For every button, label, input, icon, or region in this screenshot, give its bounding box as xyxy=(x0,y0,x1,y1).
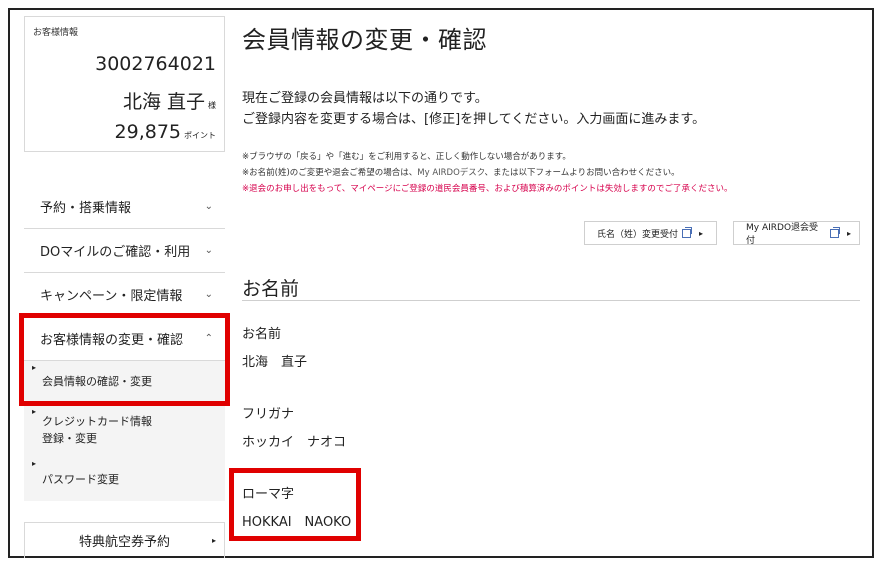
sidebar-submenu: 会員情報の確認・変更 クレジットカード情報 登録・変更 パスワード変更 xyxy=(24,361,225,501)
sidebar-item-label: DOマイルのご確認・利用 xyxy=(40,245,191,260)
sidebar-item-customer-info[interactable]: お客様情報の変更・確認 ⌃ xyxy=(24,317,225,361)
section-title-name: お名前 xyxy=(242,278,300,300)
external-window-icon xyxy=(682,226,693,238)
field-value-name: 北海 直子 xyxy=(242,355,308,370)
field-value-romaji: HOKKAI NAOKO xyxy=(242,515,352,530)
member-number: 3002764021 xyxy=(95,53,216,75)
notes: ※ブラウザの「戻る」や「進む」をご利用すると、正しく動作しない場合があります。 … xyxy=(242,149,732,197)
field-label-furigana: フリガナ xyxy=(242,407,295,422)
customer-info-card: お客様情報 3002764021 北海 直子様 29,875 ポイント xyxy=(24,16,225,152)
field-label-name: お名前 xyxy=(242,327,282,342)
intro-text: 現在ご登録の会員情報は以下の通りです。 ご登録内容を変更する場合は、[修正]を押… xyxy=(242,88,705,130)
intro-line-2: ご登録内容を変更する場合は、[修正]を押してください。入力画面に進みます。 xyxy=(242,112,706,127)
customer-info-label: お客様情報 xyxy=(33,28,79,38)
sidebar-item-label: 予約・搭乗情報 xyxy=(40,201,132,216)
caret-right-icon: ▸ xyxy=(211,536,216,545)
sidebar-subitem-member-info[interactable]: 会員情報の確認・変更 xyxy=(24,361,225,401)
button-label: 氏名（姓）変更受付 xyxy=(597,229,679,240)
name-change-button[interactable]: 氏名（姓）変更受付 ▸ xyxy=(584,221,717,245)
sidebar-item-label: お客様情報の変更・確認 xyxy=(40,333,184,348)
sidebar-item-campaigns[interactable]: キャンペーン・限定情報 ⌄ xyxy=(24,273,225,317)
award-ticket-label: 特典航空券予約 xyxy=(78,535,170,550)
note-text: 、または以下フォームよりお問い合わせください。 xyxy=(484,168,680,178)
airdo-desk-link[interactable]: My AIRDOデスク xyxy=(417,168,484,178)
subitem-label-line1: クレジットカード情報 xyxy=(42,415,152,428)
intro-line-1: 現在ご登録の会員情報は以下の通りです。 xyxy=(242,91,488,106)
subitem-label: 会員情報の確認・変更 xyxy=(42,375,152,388)
points-value: 29,875 xyxy=(114,121,181,143)
sidebar-subitem-credit-card[interactable]: クレジットカード情報 登録・変更 xyxy=(24,401,225,457)
withdraw-button[interactable]: My AIRDO退会受付 ▸ xyxy=(733,221,860,246)
sidebar-menu: 予約・搭乗情報 ⌄ DOマイルのご確認・利用 ⌄ キャンペーン・限定情報 ⌄ お… xyxy=(24,185,225,501)
points-line: 29,875 ポイント xyxy=(115,121,216,143)
name-suffix: 様 xyxy=(208,101,216,110)
note-text: ※お名前(姓)のご変更や退会ご希望の場合は、 xyxy=(242,168,418,178)
sidebar-subitem-password[interactable]: パスワード変更 xyxy=(24,457,225,501)
note-name-change: ※お名前(姓)のご変更や退会ご希望の場合は、My AIRDOデスク、または以下フ… xyxy=(242,165,732,181)
note-browser: ※ブラウザの「戻る」や「進む」をご利用すると、正しく動作しない場合があります。 xyxy=(242,152,571,162)
page-title: 会員情報の変更・確認 xyxy=(242,26,487,54)
section-divider xyxy=(242,300,860,301)
award-ticket-button[interactable]: 特典航空券予約 ▸ xyxy=(24,522,225,558)
sidebar-item-reservations[interactable]: 予約・搭乗情報 ⌄ xyxy=(24,185,225,229)
sidebar-item-do-miles[interactable]: DOマイルのご確認・利用 ⌄ xyxy=(24,229,225,273)
chevron-up-icon: ⌃ xyxy=(204,333,213,344)
customer-name: 北海 直子 xyxy=(122,91,205,113)
points-unit: ポイント xyxy=(184,131,216,140)
caret-right-icon: ▸ xyxy=(846,228,851,238)
chevron-down-icon: ⌄ xyxy=(204,201,213,212)
sidebar-item-label: キャンペーン・限定情報 xyxy=(40,289,183,304)
field-label-romaji: ローマ字 xyxy=(242,487,295,502)
customer-name-line: 北海 直子様 xyxy=(123,87,216,114)
external-window-icon xyxy=(830,226,840,238)
subitem-label: パスワード変更 xyxy=(42,473,119,486)
subitem-label-line2: 登録・変更 xyxy=(42,432,97,445)
chevron-down-icon: ⌄ xyxy=(204,289,213,300)
button-label: My AIRDO退会受付 xyxy=(746,223,819,246)
note-withdrawal-warning: ※退会のお申し出をもって、マイページにご登録の道民会員番号、および積算済みのポイ… xyxy=(242,184,733,194)
caret-right-icon: ▸ xyxy=(699,228,704,238)
field-value-furigana: ホッカイ ナオコ xyxy=(242,435,347,450)
chevron-down-icon: ⌄ xyxy=(204,245,213,256)
